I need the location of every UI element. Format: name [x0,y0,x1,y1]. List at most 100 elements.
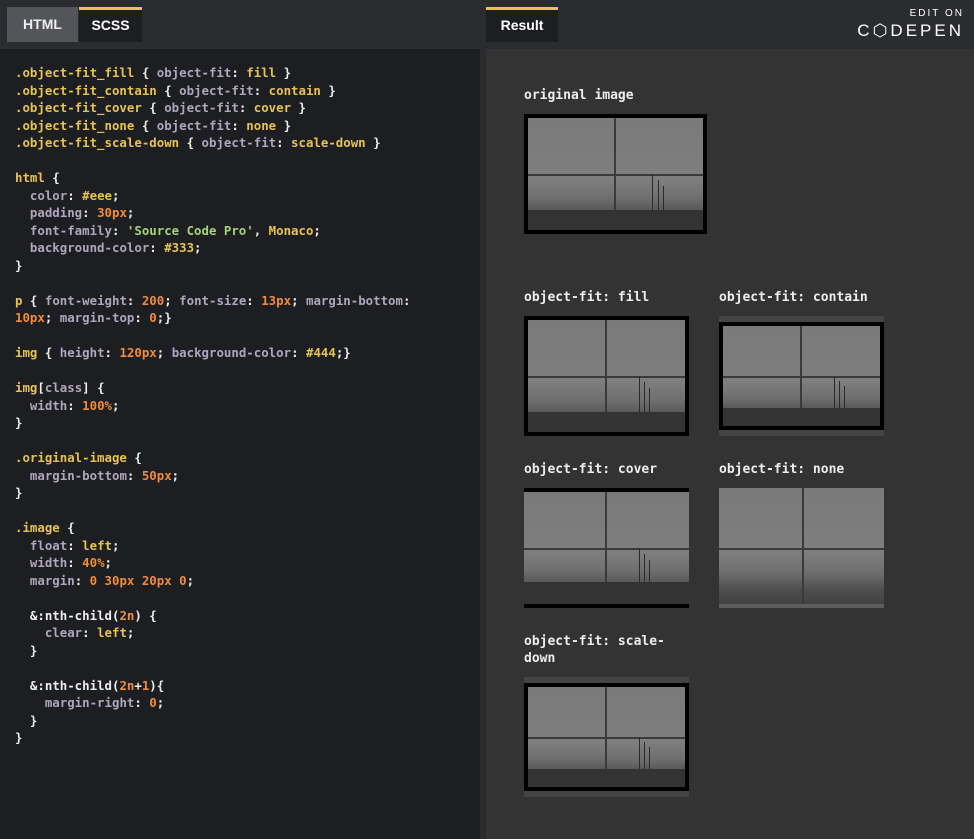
code-token: ){ [149,677,165,693]
code-token: { [126,450,142,465]
ground-strip [524,582,689,604]
code-line: 10px; margin-top: 0;} [15,309,410,327]
code-token: img [15,380,38,395]
ground-strip [719,604,884,608]
edit-on-label: EDIT ON [909,8,964,19]
code-token: } [320,82,336,98]
code-token: : [67,555,83,570]
code-token: : [134,310,150,325]
code-line: .object-fit_fill { object-fit: fill } [15,64,410,82]
code-token: } [15,415,23,430]
code-line: } [15,484,410,502]
code-token: cover [253,100,292,115]
cover-label: object-fit: cover [524,462,658,477]
contain-label: object-fit: contain [719,290,868,305]
code-line: margin-right: 0; [15,694,410,712]
contain-image [719,316,884,436]
code-token: : [402,292,411,308]
code-token: } [365,135,381,150]
code-token: 120px [119,345,157,360]
code-line: .image { [15,519,410,537]
tab-result[interactable]: Result [486,7,558,42]
code-line: margin: 0 30px 20px 0; [15,572,410,590]
code-token: ; [194,240,202,255]
code-token: } [15,730,23,745]
code-token: 0 [149,310,157,325]
code-token: margin-bottom [29,467,127,483]
code-token: font-family [29,222,112,238]
code-token: { [22,292,45,308]
code-token: 100% [82,397,112,413]
code-line: .object-fit_cover { object-fit: cover } [15,99,410,117]
code-line: } [15,642,410,660]
code-token: 200 [141,292,165,308]
code-token: contain [268,82,321,98]
antenna-mast [644,554,645,582]
scss-editor[interactable]: .object-fit_fill { object-fit: fill } .ob… [0,49,486,839]
code-token: { [134,65,157,80]
code-token: .object-fit_scale-down [15,135,180,150]
code-token: { [179,135,202,150]
code-token: object-fit [179,82,254,98]
code-token: ) { [134,607,157,623]
tab-scss[interactable]: SCSS [79,7,142,42]
code-line: } [15,712,410,730]
tab-html[interactable]: HTML [7,7,78,42]
code-line: p { font-weight: 200; font-size: 13px; m… [15,292,410,310]
code-line: img { height: 120px; background-color: #… [15,344,410,362]
code-token: ; [112,397,120,413]
code-token: img [15,345,38,360]
code-token: , [253,222,269,238]
code-token: background-color [29,240,150,255]
code-token: : [126,467,142,483]
scale-down-label: object-fit: scale- down [524,633,665,667]
code-token: ; [291,292,306,308]
code-token: : [246,292,262,308]
code-token: object-fit [156,117,232,133]
code-token: ; [156,345,172,360]
code-token: ; [186,572,195,588]
code-token: : [291,345,306,360]
scale-down-label-line1: object-fit: scale- [524,634,665,649]
original-image [524,114,707,234]
code-token: + [134,677,142,693]
code-line: img[class] { [15,379,410,397]
antenna-mast [639,548,640,582]
code-token: } [291,100,306,115]
code-token: 13px [261,292,292,308]
code-token: ; [313,222,321,238]
code-token: : [149,240,165,255]
code-token: 0 [149,695,157,710]
editor-topbar: HTML SCSS Result EDIT ON C⬡DEPEN [0,0,974,49]
code-token: : [276,135,292,150]
none-image [719,488,884,608]
code-line: } [15,257,410,275]
code-token: .image [15,520,60,535]
code-token: padding [29,205,83,220]
code-token: : [134,695,150,710]
code-token: object-fit [201,135,277,150]
code-token: background-color [171,345,292,360]
code-token: .original-image [15,450,127,465]
code-line: font-family: 'Source Code Pro', Monaco; [15,222,410,240]
edit-on-codepen-link[interactable]: EDIT ON C⬡DEPEN [857,8,964,41]
code-token: { [134,117,157,133]
code-token: 30px [97,205,127,220]
image-border [524,316,689,436]
code-token: 2n [119,677,135,693]
code-token: : [231,117,247,133]
code-content[interactable]: .object-fit_fill { object-fit: fill } .ob… [15,64,410,747]
crosshair-horizontal [524,548,689,550]
code-token: 10px [15,310,45,325]
code-line: .original-image { [15,449,410,467]
code-line: clear: left; [15,624,410,642]
